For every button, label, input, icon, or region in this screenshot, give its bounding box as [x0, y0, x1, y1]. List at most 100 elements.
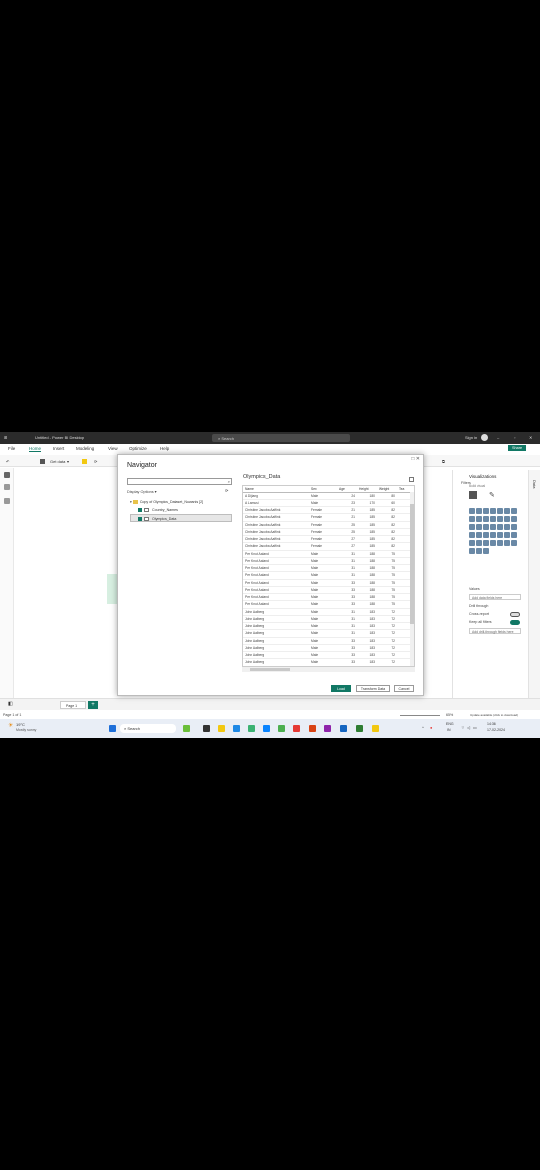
menu-home[interactable]: Home — [29, 446, 42, 452]
transform-data-button[interactable]: Transform Data — [356, 685, 390, 692]
python-visual-icon[interactable] — [476, 540, 482, 546]
multi-row-card-icon[interactable] — [483, 532, 489, 538]
100-column-chart-icon[interactable] — [504, 508, 510, 514]
values-well[interactable]: Add data fields here — [469, 594, 521, 600]
volume-icon[interactable]: ◁ — [467, 725, 470, 730]
collapse-icon[interactable]: ▾ — [130, 500, 132, 504]
clock-time[interactable]: 14:36 — [487, 722, 496, 726]
power-apps-icon[interactable] — [469, 548, 475, 554]
ribbon-chart-icon[interactable] — [497, 516, 503, 522]
power-bi-icon[interactable] — [372, 725, 379, 732]
tree-item-country-names[interactable]: Country_Names — [130, 506, 232, 514]
word-icon[interactable] — [340, 725, 347, 732]
drill-through-well[interactable]: Add drill-through fields here — [469, 628, 521, 634]
gauge-icon[interactable] — [469, 532, 475, 538]
slicer-icon[interactable] — [497, 532, 503, 538]
keep-all-filters-toggle[interactable] — [510, 620, 520, 625]
edge-icon[interactable] — [233, 725, 240, 732]
map-icon[interactable] — [497, 524, 503, 530]
line-column-chart-icon[interactable] — [483, 516, 489, 522]
sign-in-link[interactable]: Sign in — [465, 435, 477, 440]
funnel-chart-icon[interactable] — [511, 516, 517, 522]
table-view-icon[interactable] — [4, 484, 10, 490]
menu-file[interactable]: File — [8, 446, 15, 451]
stacked-column-chart-icon[interactable] — [476, 508, 482, 514]
horizontal-scrollbar[interactable] — [242, 667, 415, 672]
key-influencers-icon[interactable] — [483, 540, 489, 546]
office-icon[interactable] — [293, 725, 300, 732]
checkbox-checked[interactable] — [138, 508, 142, 513]
clustered-bar-chart-icon[interactable] — [483, 508, 489, 514]
paginated-report-icon[interactable] — [511, 540, 517, 546]
store-icon[interactable] — [278, 725, 285, 732]
avatar[interactable] — [481, 434, 488, 441]
share-button[interactable]: Share — [508, 445, 527, 451]
chrome-icon[interactable] — [248, 725, 255, 732]
kpi-icon[interactable] — [490, 532, 496, 538]
more-visuals-icon[interactable] — [483, 548, 489, 554]
load-button[interactable]: Load — [331, 685, 351, 692]
zoom-level[interactable]: 65% — [446, 713, 453, 717]
cross-report-toggle[interactable] — [510, 612, 520, 617]
menu-insert[interactable]: Insert — [53, 446, 64, 451]
tree-item-olympics-data[interactable]: Olympics_Data — [130, 514, 232, 522]
matrix-icon[interactable] — [511, 532, 517, 538]
waterfall-chart-icon[interactable] — [504, 516, 510, 522]
menu-optimize[interactable]: Optimize — [129, 446, 147, 451]
data-pane-collapsed[interactable]: Data — [528, 470, 540, 710]
media-icon[interactable] — [309, 725, 316, 732]
table-icon[interactable] — [504, 532, 510, 538]
clustered-column-chart-icon[interactable] — [490, 508, 496, 514]
navigator-search-input[interactable]: ⌕ — [127, 478, 232, 485]
maximize-icon[interactable]: ▫ — [514, 435, 515, 440]
decomposition-tree-icon[interactable] — [490, 540, 496, 546]
file-explorer-icon[interactable] — [218, 725, 225, 732]
get-data-button[interactable]: Get data — [50, 459, 65, 464]
page-nav-icon[interactable]: ◧ — [8, 701, 13, 707]
donut-chart-icon[interactable] — [483, 524, 489, 530]
tray-chevron-icon[interactable]: ^ — [422, 725, 424, 730]
build-visual-icon[interactable] — [469, 491, 477, 499]
narrative-icon[interactable] — [504, 540, 510, 546]
model-view-icon[interactable] — [4, 498, 10, 504]
line-stacked-column-icon[interactable] — [490, 516, 496, 522]
data-tab[interactable]: Data — [532, 480, 537, 488]
global-search[interactable]: ⌕ Search — [212, 434, 350, 442]
tray-app-icon[interactable]: ● — [430, 725, 432, 730]
refresh-icon[interactable]: ⟳ — [94, 459, 97, 464]
wifi-icon[interactable]: ⌔ — [461, 725, 465, 731]
clock-date[interactable]: 17-02-2024 — [487, 728, 505, 732]
close-icon[interactable]: ✕ — [529, 435, 532, 440]
teams-icon[interactable] — [324, 725, 331, 732]
taskbar-search[interactable]: ⌕ Search — [120, 724, 176, 733]
checkbox-checked[interactable] — [138, 517, 142, 522]
widgets-icon[interactable] — [183, 725, 190, 732]
100-bar-chart-icon[interactable] — [497, 508, 503, 514]
task-view-icon[interactable] — [203, 725, 210, 732]
page-tab[interactable]: Page 1 — [60, 701, 86, 709]
vertical-scrollbar[interactable] — [410, 492, 414, 666]
stacked-bar-chart-icon[interactable] — [469, 508, 475, 514]
excel-icon[interactable] — [82, 459, 87, 464]
azure-map-icon[interactable] — [511, 524, 517, 530]
card-icon[interactable] — [476, 532, 482, 538]
publish-icon[interactable]: ⧉ — [442, 459, 445, 464]
scatter-chart-icon[interactable] — [469, 524, 475, 530]
filled-map-icon[interactable] — [504, 524, 510, 530]
report-view-icon[interactable] — [4, 472, 10, 478]
mail-icon[interactable] — [263, 725, 270, 732]
pie-chart-icon[interactable] — [476, 524, 482, 530]
battery-icon[interactable]: ▭ — [473, 725, 477, 730]
update-notice[interactable]: Update available (click to download) — [470, 713, 518, 717]
export-preview-icon[interactable] — [409, 477, 414, 482]
add-page-button[interactable]: + — [88, 701, 98, 709]
language-indicator[interactable]: ENG — [446, 722, 454, 726]
close-icon[interactable]: □ ✕ — [411, 456, 420, 462]
line-chart-icon[interactable] — [511, 508, 517, 514]
r-visual-icon[interactable] — [469, 540, 475, 546]
area-chart-icon[interactable] — [469, 516, 475, 522]
refresh-icon[interactable]: ⟳ — [225, 488, 228, 493]
zoom-slider[interactable] — [400, 715, 440, 716]
qa-icon[interactable] — [497, 540, 503, 546]
menu-view[interactable]: View — [108, 446, 118, 451]
